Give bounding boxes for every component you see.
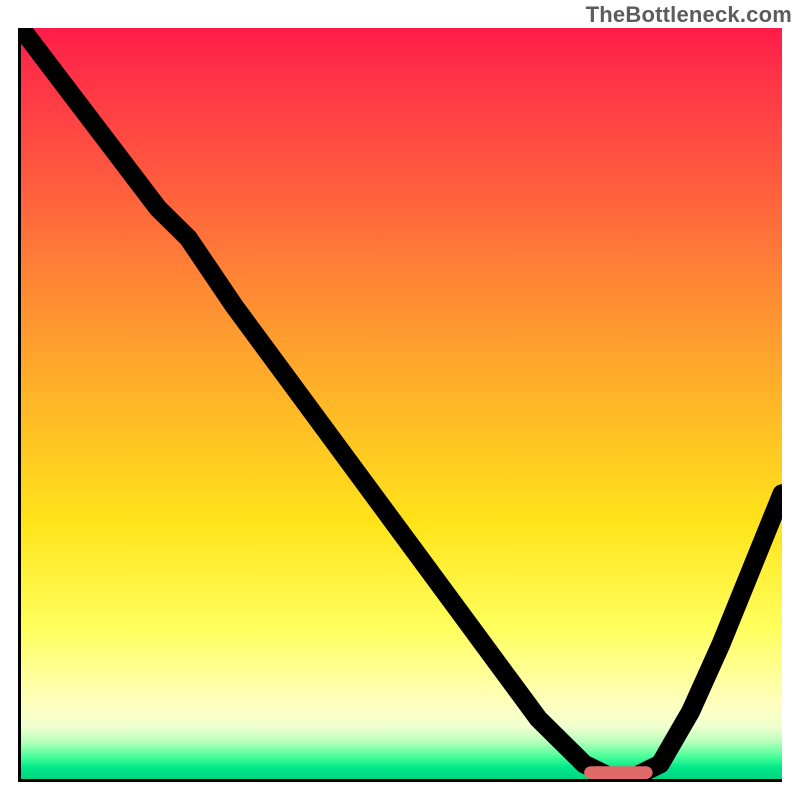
plot-area xyxy=(18,28,782,782)
curve-layer xyxy=(21,28,782,779)
bottleneck-curve-line xyxy=(21,28,782,779)
chart-container: TheBottleneck.com xyxy=(0,0,800,800)
watermark-text: TheBottleneck.com xyxy=(586,2,792,28)
optimal-marker xyxy=(584,766,652,779)
